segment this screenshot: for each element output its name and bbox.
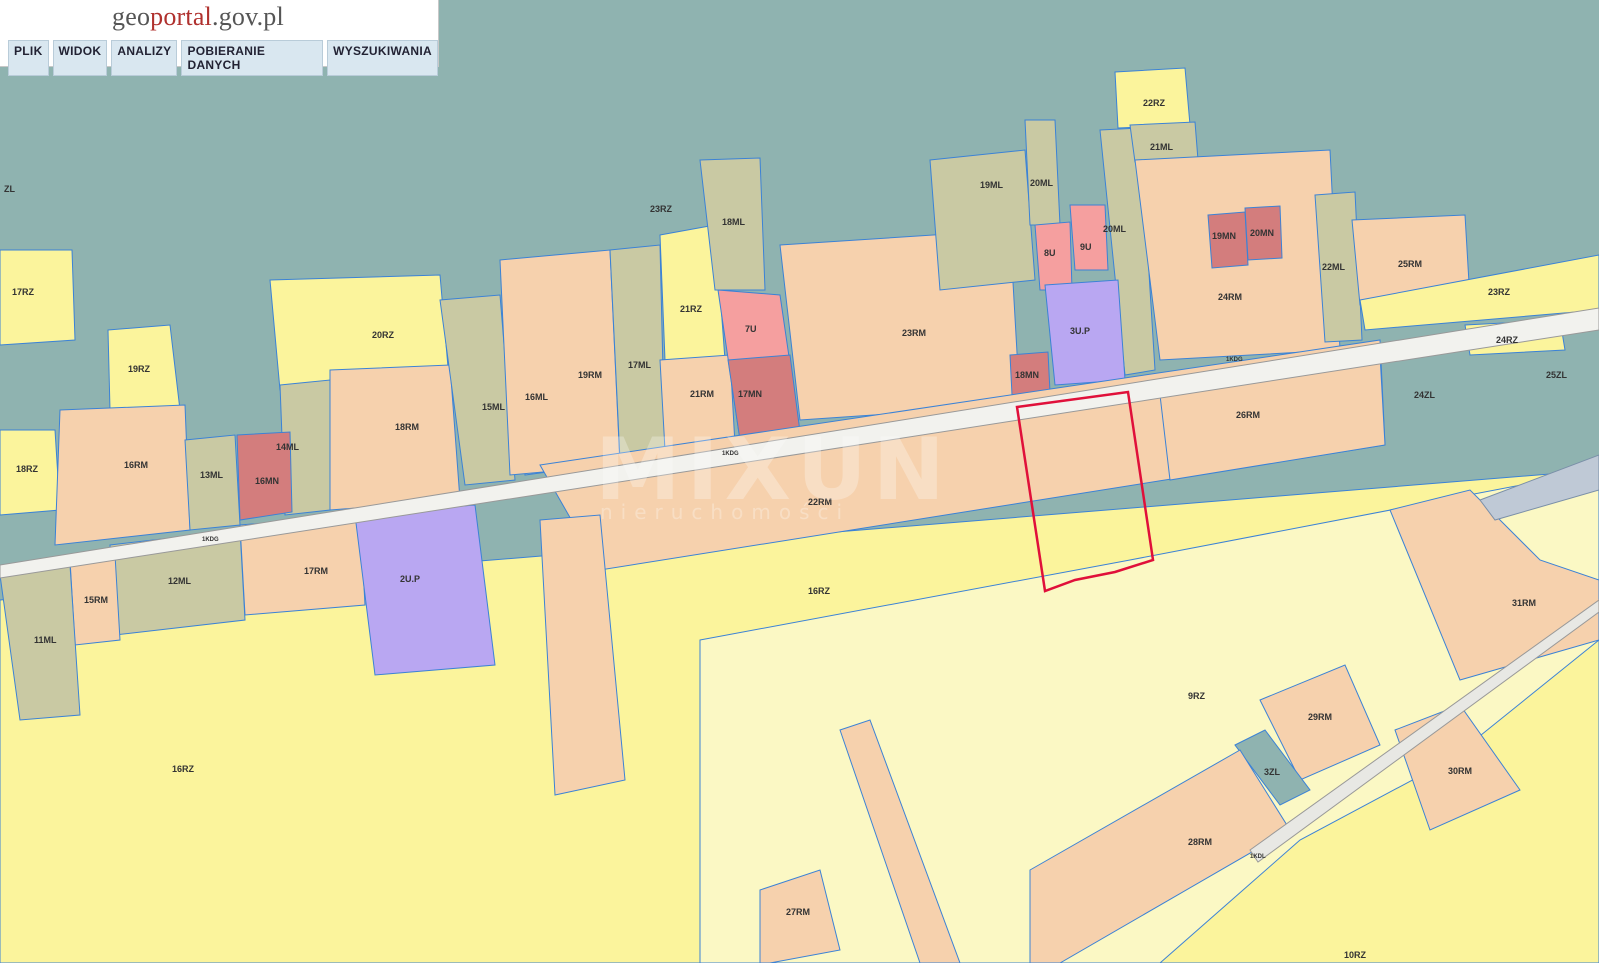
zone-19ml [929, 149, 1036, 291]
label-23rz: 23RZ [650, 204, 673, 214]
label-3up: 3U.P [1070, 326, 1090, 336]
label-1kdg-b: 1KDG [1226, 357, 1243, 363]
label-19rm: 19RM [578, 370, 602, 380]
label-31rm: 31RM [1512, 598, 1536, 608]
menu-plik[interactable]: PLIK [8, 40, 49, 76]
label-16rz-b: 16RZ [172, 764, 195, 774]
geoportal-header: geoportal.gov.pl PLIK WIDOK ANALIZY POBI… [0, 0, 439, 76]
label-25rm: 25RM [1398, 259, 1422, 269]
label-14ml: 14ML [276, 442, 300, 452]
label-8u: 8U [1044, 248, 1056, 258]
label-7u: 7U [745, 324, 757, 334]
label-18rz: 18RZ [16, 464, 39, 474]
label-30rm: 30RM [1448, 766, 1472, 776]
label-28rm: 28RM [1188, 837, 1212, 847]
label-18rm: 18RM [395, 422, 419, 432]
label-19mn: 19MN [1212, 231, 1236, 241]
label-16rz-a: 16RZ [808, 586, 831, 596]
menu-widok[interactable]: WIDOK [52, 40, 108, 76]
label-3zl: 3ZL [1264, 767, 1281, 777]
label-21rz: 21RZ [680, 304, 703, 314]
label-11ml: 11ML [34, 635, 57, 645]
menu-analizy[interactable]: ANALIZY [111, 40, 178, 76]
label-27rm: 27RM [786, 907, 810, 917]
label-10rz: 10RZ [1344, 950, 1367, 960]
label-20ml-a: 20ML [1030, 178, 1054, 188]
label-15rm: 15RM [84, 595, 108, 605]
label-29rm: 29RM [1308, 712, 1332, 722]
label-20rz: 20RZ [372, 330, 395, 340]
label-9rz: 9RZ [1188, 691, 1206, 701]
label-21ml: 21ML [1150, 142, 1174, 152]
label-9u: 9U [1080, 242, 1092, 252]
label-21rm: 21RM [690, 389, 714, 399]
zone-2up [354, 504, 496, 676]
label-20mn: 20MN [1250, 228, 1274, 238]
label-17ml: 17ML [628, 360, 652, 370]
zone-17rz [0, 249, 76, 346]
label-1kdg-a: 1KDG [202, 537, 219, 543]
menu-wyszukiwania[interactable]: WYSZUKIWANIA [327, 40, 438, 76]
label-15ml: 15ML [482, 402, 506, 412]
watermark-subtitle: nieruchomości [600, 500, 851, 524]
zone-16rm [54, 404, 191, 546]
main-menu: PLIK WIDOK ANALIZY POBIERANIE DANYCH WYS… [8, 40, 438, 76]
label-1kdl: 1KDL [1250, 854, 1266, 860]
geoportal-logo[interactable]: geoportal.gov.pl [112, 2, 284, 32]
label-17rz: 17RZ [12, 287, 35, 297]
label-19ml: 19ML [980, 180, 1004, 190]
label-18mn: 18MN [1015, 370, 1039, 380]
zone-20ml-a [1024, 119, 1061, 226]
menu-pobieranie-danych[interactable]: POBIERANIE DANYCH [181, 40, 324, 76]
label-22ml: 22ML [1322, 262, 1346, 272]
label-16ml: 16ML [525, 392, 549, 402]
label-2up: 2U.P [400, 574, 420, 584]
label-25zl: 25ZL [1546, 370, 1568, 380]
zone-9u [1069, 204, 1109, 271]
label-17rm: 17RM [304, 566, 328, 576]
label-16rm: 16RM [124, 460, 148, 470]
label-16mn: 16MN [255, 476, 279, 486]
label-13ml: 13ML [200, 470, 224, 480]
label-23rm: 23RM [902, 328, 926, 338]
label-23rz-b: 23RZ [1488, 287, 1511, 297]
label-zl: ZL [4, 184, 15, 194]
label-20ml-b: 20ML [1103, 224, 1127, 234]
zone-13ml [184, 434, 241, 531]
label-12ml: 12ML [168, 576, 192, 586]
label-24rz: 24RZ [1496, 335, 1519, 345]
label-18ml: 18ML [722, 217, 746, 227]
label-26rm: 26RM [1236, 410, 1260, 420]
label-17mn: 17MN [738, 389, 762, 399]
zone-18rm [329, 364, 461, 511]
label-24rm: 24RM [1218, 292, 1242, 302]
label-22rz: 22RZ [1143, 98, 1166, 108]
label-19rz: 19RZ [128, 364, 151, 374]
label-24zl: 24ZL [1414, 390, 1436, 400]
